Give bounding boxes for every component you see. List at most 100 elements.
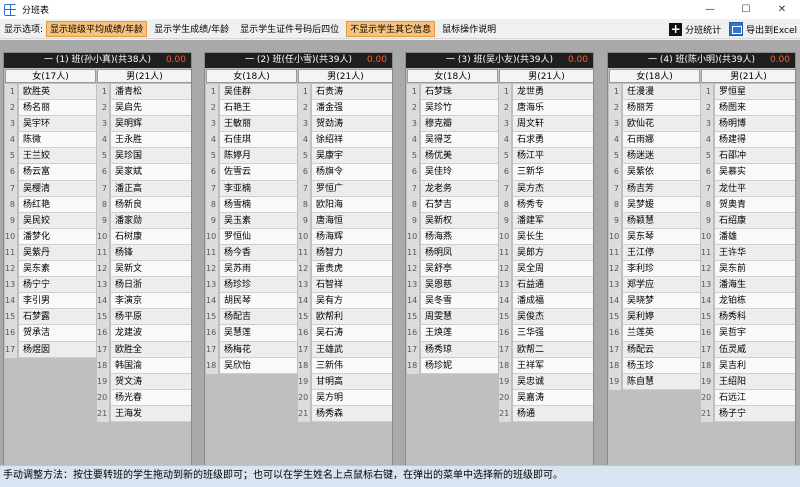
student-row[interactable]: 7 龙老务 bbox=[407, 180, 498, 197]
student-row[interactable]: 10 吴东琴 bbox=[609, 228, 700, 245]
student-name[interactable]: 吴郎方 bbox=[513, 244, 593, 262]
minimize-button[interactable]: — bbox=[692, 0, 728, 19]
student-row[interactable]: 18 王祥军 bbox=[499, 357, 593, 374]
student-name[interactable]: 李引男 bbox=[19, 293, 96, 310]
maximize-button[interactable]: ☐ bbox=[728, 0, 764, 19]
student-name[interactable]: 潘梦化 bbox=[19, 228, 96, 245]
student-name[interactable]: 李亚楠 bbox=[220, 180, 297, 197]
hide-other-info-button[interactable]: 不显示学生其它信息 bbox=[346, 20, 436, 37]
student-row[interactable]: 17 杨秀琼 bbox=[407, 341, 498, 358]
student-name[interactable]: 吴康宇 bbox=[312, 148, 392, 165]
student-row[interactable]: 3 穆克瓣 bbox=[407, 116, 498, 133]
student-name[interactable]: 胡民琴 bbox=[220, 293, 297, 310]
show-class-average-button[interactable]: 显示班级平均成绩/年龄 bbox=[46, 20, 148, 37]
student-name[interactable]: 王祥军 bbox=[513, 357, 593, 374]
student-name[interactable]: 龙铂栋 bbox=[715, 293, 795, 310]
student-name[interactable]: 潘海生 bbox=[715, 277, 795, 294]
student-row[interactable]: 11 吴紫丹 bbox=[5, 244, 96, 262]
export-excel-button[interactable]: 导出到Excel bbox=[729, 22, 797, 36]
student-row[interactable]: 20 吴方明 bbox=[298, 389, 392, 406]
student-name[interactable]: 杨颖慧 bbox=[623, 212, 700, 229]
student-name[interactable]: 欧仙花 bbox=[623, 116, 700, 133]
student-row[interactable]: 2 吴珍竹 bbox=[407, 100, 498, 117]
student-row[interactable]: 16 王焕莲 bbox=[407, 325, 498, 342]
student-row[interactable]: 14 潘成福 bbox=[499, 293, 593, 310]
student-row[interactable]: 13 潘海生 bbox=[701, 277, 795, 294]
student-name[interactable]: 吴欣怡 bbox=[220, 357, 297, 374]
student-name[interactable]: 吴舒亭 bbox=[421, 261, 498, 278]
student-name[interactable]: 杨子宁 bbox=[715, 405, 795, 422]
student-row[interactable]: 1 龙世勇 bbox=[499, 84, 593, 101]
student-name[interactable]: 杨配云 bbox=[623, 341, 700, 358]
student-name[interactable]: 任漫漫 bbox=[623, 84, 700, 101]
student-row[interactable]: 19 吴忠诚 bbox=[499, 373, 593, 390]
student-name[interactable]: 石远江 bbox=[715, 389, 795, 406]
student-name[interactable]: 石艳王 bbox=[220, 100, 297, 117]
student-name[interactable]: 吴明辉 bbox=[111, 116, 191, 133]
student-row[interactable]: 5 石邵冲 bbox=[701, 148, 795, 165]
student-row[interactable]: 14 吴晓梦 bbox=[609, 293, 700, 310]
student-row[interactable]: 4 杨建得 bbox=[701, 132, 795, 149]
student-row[interactable]: 6 吴紫依 bbox=[609, 164, 700, 181]
student-row[interactable]: 1 任漫漫 bbox=[609, 84, 700, 101]
student-row[interactable]: 11 杨智力 bbox=[298, 244, 392, 262]
student-name[interactable]: 龙仕平 bbox=[715, 180, 795, 197]
student-row[interactable]: 3 杨明博 bbox=[701, 116, 795, 133]
student-row[interactable]: 8 石梦吉 bbox=[407, 196, 498, 213]
student-name[interactable]: 吴紫丹 bbox=[19, 244, 96, 262]
student-name[interactable]: 杨雪楠 bbox=[220, 196, 297, 213]
student-name[interactable]: 潘正高 bbox=[111, 180, 191, 197]
student-name[interactable]: 贺文涛 bbox=[111, 373, 191, 390]
student-row[interactable]: 8 杨红艳 bbox=[5, 196, 96, 213]
student-name[interactable]: 李利珍 bbox=[623, 261, 700, 278]
student-name[interactable]: 陈婷月 bbox=[220, 148, 297, 165]
student-row[interactable]: 13 杨日浙 bbox=[97, 277, 191, 294]
student-name[interactable]: 潘雄 bbox=[715, 228, 795, 245]
student-name[interactable]: 雷贵虎 bbox=[312, 261, 392, 278]
student-row[interactable]: 17 欧胜全 bbox=[97, 341, 191, 358]
student-name[interactable]: 杨锋 bbox=[111, 244, 191, 262]
student-row[interactable]: 5 杨江平 bbox=[499, 148, 593, 165]
student-row[interactable]: 5 杨优美 bbox=[407, 148, 498, 165]
student-name[interactable]: 杨秀琼 bbox=[421, 341, 498, 358]
student-row[interactable]: 9 吴新权 bbox=[407, 212, 498, 229]
student-row[interactable]: 12 吴全周 bbox=[499, 261, 593, 278]
student-row[interactable]: 15 杨秀科 bbox=[701, 309, 795, 326]
student-name[interactable]: 石绍康 bbox=[715, 212, 795, 229]
student-name[interactable]: 石梦珠 bbox=[421, 84, 498, 101]
student-name[interactable]: 石益通 bbox=[513, 277, 593, 294]
student-row[interactable]: 13 杨宁宁 bbox=[5, 277, 96, 294]
student-row[interactable]: 9 杨颖慧 bbox=[609, 212, 700, 229]
student-row[interactable]: 8 杨新良 bbox=[97, 196, 191, 213]
student-row[interactable]: 2 吴启先 bbox=[97, 100, 191, 117]
student-name[interactable]: 潘青松 bbox=[111, 84, 191, 101]
student-row[interactable]: 1 石贵涛 bbox=[298, 84, 392, 101]
student-name[interactable]: 吴利婷 bbox=[623, 309, 700, 326]
student-row[interactable]: 18 韩国渝 bbox=[97, 357, 191, 374]
student-row[interactable]: 10 潘雄 bbox=[701, 228, 795, 245]
student-name[interactable]: 杨旗令 bbox=[312, 164, 392, 181]
student-row[interactable]: 2 杨名丽 bbox=[5, 100, 96, 117]
student-row[interactable]: 17 欧帮二 bbox=[499, 341, 593, 358]
student-row[interactable]: 8 欧阳海 bbox=[298, 196, 392, 213]
student-row[interactable]: 8 吴梦媛 bbox=[609, 196, 700, 213]
student-row[interactable]: 4 徐绍祥 bbox=[298, 132, 392, 149]
student-row[interactable]: 18 杨珍妮 bbox=[407, 357, 498, 374]
student-name[interactable]: 潘家勋 bbox=[111, 212, 191, 229]
student-row[interactable]: 15 吴俊杰 bbox=[499, 309, 593, 326]
class-stats-button[interactable]: + 分班统计 bbox=[669, 22, 721, 36]
student-name[interactable]: 吴石涛 bbox=[312, 325, 392, 342]
student-name[interactable]: 吴俊杰 bbox=[513, 309, 593, 326]
student-row[interactable]: 15 石梦露 bbox=[5, 309, 96, 326]
student-name[interactable]: 杨今香 bbox=[220, 244, 297, 262]
student-row[interactable]: 9 石绍康 bbox=[701, 212, 795, 229]
student-name[interactable]: 杨秀专 bbox=[513, 196, 593, 213]
student-row[interactable]: 9 潘建军 bbox=[499, 212, 593, 229]
student-name[interactable]: 吴玉素 bbox=[220, 212, 297, 229]
student-name[interactable]: 杨明博 bbox=[715, 116, 795, 133]
student-row[interactable]: 6 三新华 bbox=[499, 164, 593, 181]
student-name[interactable]: 徐绍祥 bbox=[312, 132, 392, 149]
student-row[interactable]: 3 周文轩 bbox=[499, 116, 593, 133]
student-row[interactable]: 4 陈微 bbox=[5, 132, 96, 149]
student-row[interactable]: 7 吴方杰 bbox=[499, 180, 593, 197]
